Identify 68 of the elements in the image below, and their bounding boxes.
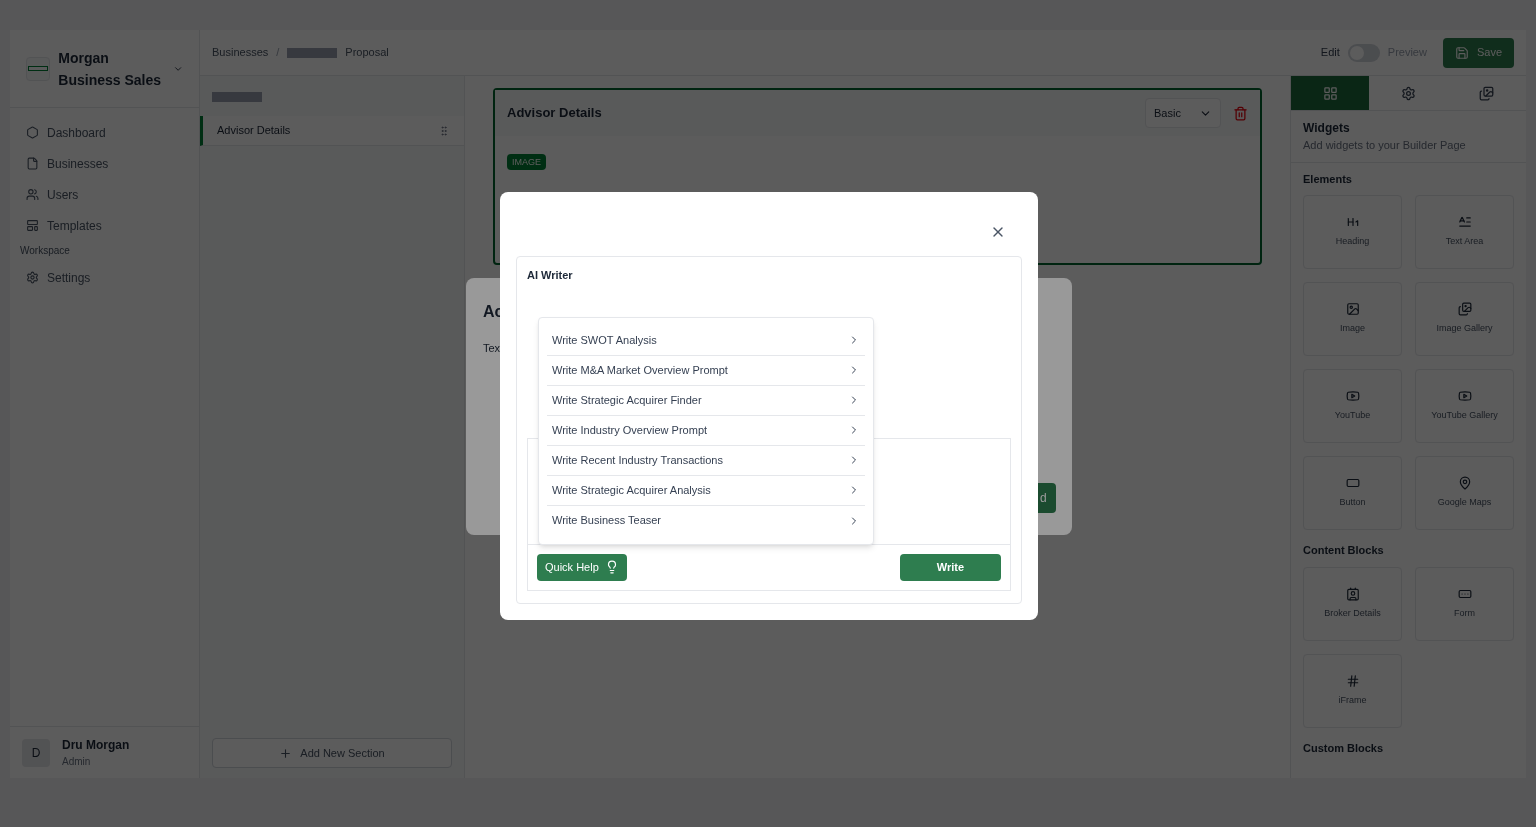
card-title: Advisor Details (507, 104, 602, 123)
section-item[interactable]: Advisor Details (200, 116, 464, 146)
widget-tile[interactable]: Image (1303, 282, 1402, 356)
nav-item[interactable]: Templates (10, 210, 199, 241)
menu-item[interactable]: Write M&A Market Overview Prompt (547, 355, 865, 386)
play-icon (1345, 389, 1360, 404)
panel-title: Widgets (1303, 120, 1351, 137)
write-button[interactable]: Write (900, 553, 1001, 581)
section-label: Workspace (19, 244, 71, 258)
breadcrumb-separator: / (276, 45, 280, 61)
dialog-button[interactable]: d (1038, 482, 1056, 513)
group-title: Elements (1303, 171, 1353, 187)
add-section-button[interactable]: Add New Section (212, 738, 452, 768)
user-name: Dru Morgan (62, 737, 130, 754)
menu-item[interactable]: Write Industry Overview Prompt (547, 415, 865, 446)
dashboard-icon (26, 126, 39, 139)
group-title: Custom Blocks (1303, 740, 1385, 756)
plus-icon (279, 746, 293, 760)
nav-item[interactable]: Users (10, 179, 199, 210)
image-icon (1345, 302, 1360, 317)
drag-handle-icon[interactable] (438, 124, 450, 137)
redacted-block (212, 92, 262, 102)
widget-tile[interactable]: Broker Details (1303, 566, 1402, 641)
grid-icon (1322, 85, 1338, 101)
style-select[interactable]: Basic (1145, 98, 1221, 128)
menu-item[interactable]: Write Business Teaser (547, 505, 865, 536)
edit-label: Edit (1320, 45, 1340, 61)
redacted-block (287, 47, 338, 58)
widget-tile[interactable]: Google Maps (1415, 456, 1514, 530)
brand-name: Morgan Business Sales (58, 48, 163, 90)
settings-icon (26, 271, 39, 284)
widget-tile[interactable]: Form (1415, 566, 1514, 641)
panel-tab[interactable] (1291, 76, 1370, 110)
nav-item[interactable]: Businesses (10, 148, 199, 179)
contact-card-icon (1345, 586, 1360, 601)
map-pin-icon (1457, 476, 1472, 491)
menu-item[interactable]: Write Strategic Acquirer Analysis (547, 475, 865, 506)
hash-icon (1345, 673, 1360, 688)
image-tag: IMAGE (507, 154, 546, 170)
quick-help-button[interactable]: Quick Help (537, 553, 627, 581)
text-lines-icon (1457, 215, 1472, 230)
widget-tile[interactable]: YouTube Gallery (1415, 369, 1514, 443)
save-button[interactable]: Save (1442, 37, 1514, 68)
settings-icon (1401, 85, 1416, 101)
templates-icon (26, 219, 39, 232)
save-icon (1454, 45, 1469, 60)
avatar: D (22, 738, 50, 767)
widget-tile[interactable]: YouTube (1303, 369, 1402, 443)
play-icon (1457, 389, 1472, 404)
businesses-icon (26, 157, 39, 170)
breadcrumb-link[interactable]: Proposal (345, 44, 389, 61)
users-icon (26, 188, 39, 201)
widget-tile[interactable]: Button (1303, 456, 1402, 530)
menu-item[interactable]: Write SWOT Analysis (547, 325, 865, 356)
writer-title: AI Writer (527, 268, 574, 283)
field-label: Tex (483, 341, 501, 356)
menu-item[interactable]: Write Recent Industry Transactions (547, 445, 865, 476)
breadcrumb-link[interactable]: Businesses (212, 44, 269, 61)
trash-icon[interactable] (1233, 105, 1248, 121)
nav-item[interactable]: Dashboard (10, 117, 199, 148)
group-title: Content Blocks (1303, 543, 1385, 558)
logo-icon (26, 56, 51, 81)
nav-item[interactable]: Settings (10, 262, 199, 293)
menu-item[interactable]: Write Strategic Acquirer Finder (547, 385, 865, 416)
images-icon (1479, 85, 1495, 101)
widget-tile[interactable]: Image Gallery (1415, 282, 1514, 356)
widget-tile[interactable]: iFrame (1303, 653, 1402, 728)
images-icon (1457, 302, 1472, 317)
